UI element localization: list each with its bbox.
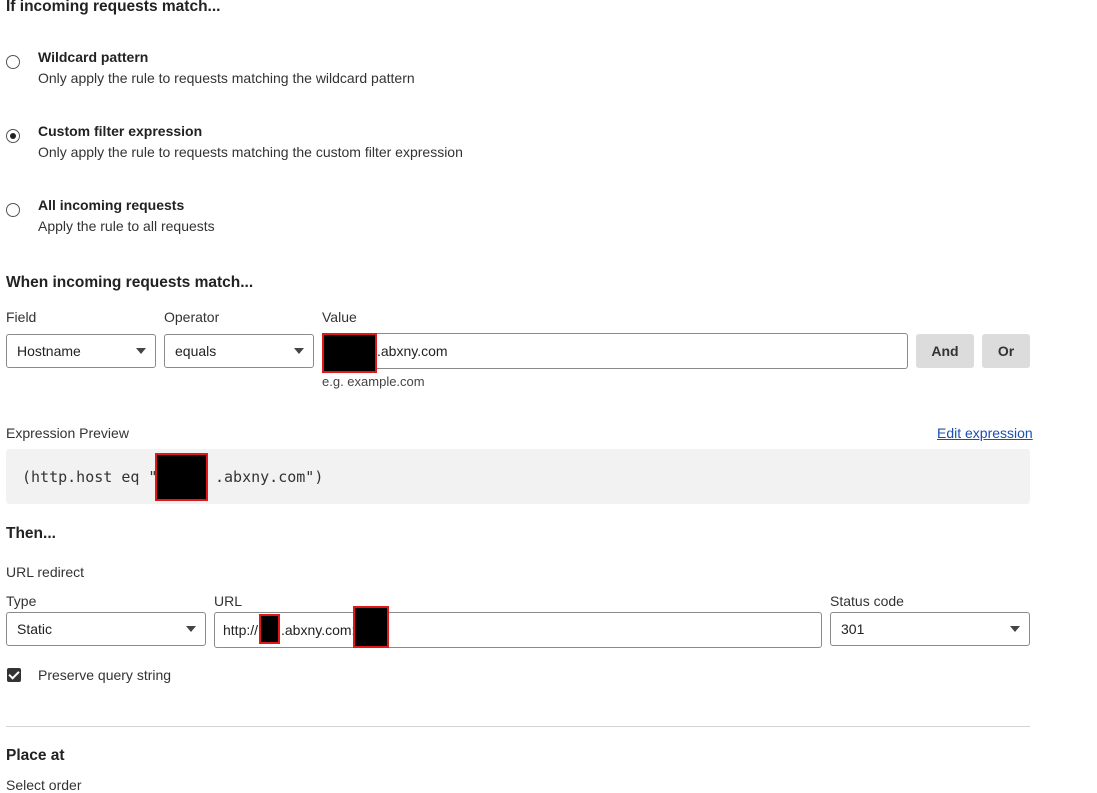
chevron-down-icon	[294, 348, 304, 354]
or-button[interactable]: Or	[982, 334, 1030, 368]
field-label: Field	[6, 309, 37, 325]
chevron-down-icon	[136, 348, 146, 354]
action-label: URL redirect	[6, 564, 85, 580]
field-select-value: Hostname	[17, 343, 81, 359]
section-title-then: Then...	[6, 525, 56, 542]
type-label: Type	[6, 593, 37, 609]
operator-select[interactable]: equals	[164, 334, 314, 368]
radio-wildcard[interactable]	[6, 55, 20, 69]
type-select-value: Static	[17, 621, 53, 637]
radio-all-requests[interactable]	[6, 203, 20, 217]
value-input[interactable]: .abxny.com	[322, 333, 908, 369]
operator-label: Operator	[164, 309, 220, 325]
operator-select-value: equals	[175, 343, 217, 359]
chevron-down-icon	[1010, 626, 1020, 632]
value-label: Value	[322, 309, 357, 325]
redacted-block	[259, 614, 280, 644]
section-title-when: When incoming requests match...	[6, 274, 254, 291]
url-input[interactable]: http:// .abxny.com:	[214, 612, 822, 648]
url-middle: .abxny.com:	[281, 622, 356, 638]
section-title-place: Place at	[6, 747, 65, 764]
edit-expression-link[interactable]: Edit expression	[937, 425, 1033, 441]
preserve-query-checkbox[interactable]	[7, 668, 21, 682]
expression-prefix: (http.host eq "	[22, 468, 158, 486]
divider	[6, 726, 1030, 727]
status-code-label: Status code	[830, 593, 904, 609]
select-order-label: Select order	[6, 777, 82, 793]
expression-preview-label: Expression Preview	[6, 425, 129, 441]
and-button[interactable]: And	[916, 334, 974, 368]
url-prefix: http://	[223, 622, 259, 638]
option-all-requests-title: All incoming requests	[38, 197, 185, 213]
option-wildcard-desc: Only apply the rule to requests matching…	[38, 70, 415, 86]
status-code-select[interactable]: 301	[830, 612, 1030, 646]
option-custom-filter-title: Custom filter expression	[38, 123, 203, 139]
value-input-text: .abxny.com	[377, 343, 448, 359]
option-wildcard-title: Wildcard pattern	[38, 49, 149, 65]
url-label: URL	[214, 593, 243, 609]
value-hint: e.g. example.com	[322, 374, 425, 389]
radio-custom-filter[interactable]	[6, 129, 20, 143]
option-custom-filter-desc: Only apply the rule to requests matching…	[38, 144, 463, 160]
option-all-requests-desc: Apply the rule to all requests	[38, 218, 215, 234]
field-select[interactable]: Hostname	[6, 334, 156, 368]
redacted-block	[155, 453, 208, 501]
chevron-down-icon	[186, 626, 196, 632]
redacted-block	[322, 333, 377, 373]
expression-suffix: .abxny.com")	[215, 468, 324, 486]
preserve-query-label: Preserve query string	[38, 667, 172, 683]
redacted-block	[353, 606, 389, 648]
section-title-match: If incoming requests match...	[6, 0, 221, 15]
type-select[interactable]: Static	[6, 612, 206, 646]
status-code-value: 301	[841, 621, 865, 637]
